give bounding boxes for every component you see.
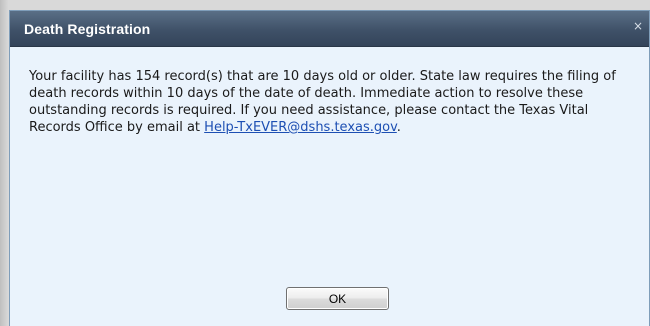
death-registration-dialog: Death Registration × Your facility has 1…: [9, 10, 650, 326]
dialog-titlebar: Death Registration ×: [10, 11, 649, 47]
dialog-title: Death Registration: [24, 21, 151, 37]
dialog-content: Your facility has 154 record(s) that are…: [10, 47, 649, 326]
dialog-message: Your facility has 154 record(s) that are…: [29, 68, 629, 136]
email-link[interactable]: Help-TxEVER@dshs.texas.gov: [204, 120, 397, 135]
screen: Death Registration × Your facility has 1…: [0, 0, 650, 326]
ok-button[interactable]: OK: [286, 287, 389, 310]
background-page-edge: [0, 0, 8, 326]
close-icon[interactable]: ×: [631, 19, 645, 33]
message-end: .: [396, 120, 401, 135]
